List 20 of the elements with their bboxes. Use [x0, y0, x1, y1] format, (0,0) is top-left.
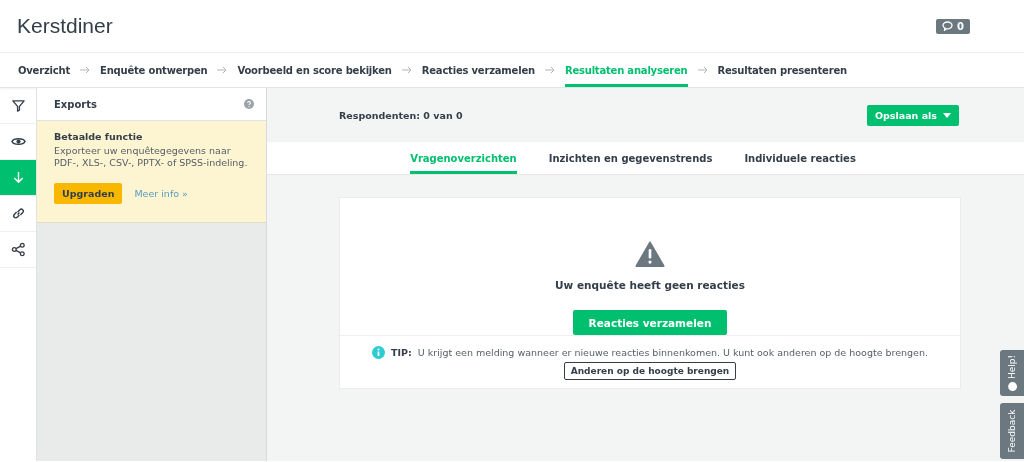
comments-badge[interactable]: 0 — [936, 18, 970, 34]
step-tab[interactable]: Overzicht — [18, 53, 70, 87]
view-tab[interactable]: Inzichten en gegevenstrends — [548, 142, 713, 174]
upgrade-button[interactable]: Upgraden — [54, 182, 123, 204]
empty-message: Uw enquête heeft geen reacties — [555, 279, 745, 292]
view-tab[interactable]: Individuele reacties — [744, 142, 856, 174]
notice-title: Betaalde functie — [54, 131, 144, 142]
tip-label: TIP: — [391, 347, 412, 358]
notify-others-button[interactable]: Anderen op de hoogte brengen — [563, 362, 737, 380]
respondents-count: Respondenten: 0 van 0 — [339, 109, 463, 121]
notice-text: Exporteer uw enquêtegegevens naar PDF-, XLS-, CSV-, PPTX- of SPSS-indeling. — [54, 145, 249, 170]
step-tab[interactable]: Enquête ontwerpen — [100, 53, 208, 87]
side-tab[interactable]: Help! — [1000, 350, 1024, 396]
step-tab[interactable]: Voorbeeld en score bekijken — [237, 53, 392, 87]
side-tab[interactable]: Feedback — [1000, 403, 1024, 459]
survey-title: Kerstdiner — [17, 14, 113, 38]
step-tab[interactable]: Resultaten presenteren — [717, 53, 847, 87]
panel-title: Exports — [54, 98, 97, 110]
tip-text: U krijgt een melding wanneer er nieuwe reacties binnenkomen. U kunt ook anderen op de hoogte brengen. — [417, 347, 928, 358]
step-tab[interactable]: Reacties verzamelen — [421, 53, 535, 87]
